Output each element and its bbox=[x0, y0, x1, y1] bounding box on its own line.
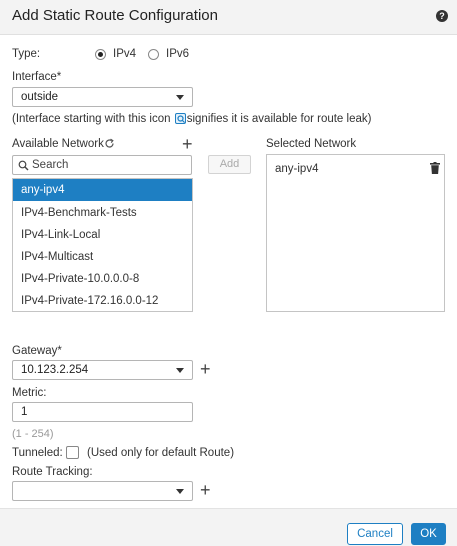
metric-value: 1 bbox=[21, 406, 28, 418]
metric-label: Metric: bbox=[12, 387, 47, 399]
selected-network-box: any-ipv4 bbox=[266, 154, 445, 312]
ok-button[interactable]: OK bbox=[411, 523, 446, 545]
search-icon bbox=[18, 160, 29, 171]
route-tracking-select[interactable] bbox=[12, 481, 193, 501]
static-route-dialog: Add Static Route Configuration ? Type: I… bbox=[0, 0, 457, 546]
type-ipv6-radio[interactable] bbox=[148, 49, 159, 60]
available-network-list: any-ipv4 IPv4-Benchmark-Tests IPv4-Link-… bbox=[12, 178, 193, 312]
add-gateway-plus-icon[interactable]: + bbox=[200, 360, 211, 378]
list-item-benchmark[interactable]: IPv4-Benchmark-Tests bbox=[13, 202, 192, 224]
list-item-private-172[interactable]: IPv4-Private-172.16.0.0-12 bbox=[13, 290, 192, 311]
interface-select[interactable]: outside bbox=[12, 87, 193, 107]
tunneled-note: (Used only for default Route) bbox=[87, 447, 235, 459]
interface-note: (Interface starting with this icon signi… bbox=[12, 113, 371, 125]
list-item-private-10[interactable]: IPv4-Private-10.0.0.0-8 bbox=[13, 268, 192, 290]
refresh-icon[interactable] bbox=[104, 138, 115, 149]
network-search-input[interactable]: Search bbox=[12, 155, 192, 175]
type-ipv4-radio[interactable] bbox=[95, 49, 106, 60]
cancel-button[interactable]: Cancel bbox=[347, 523, 403, 545]
available-network-label: Available Network bbox=[12, 138, 104, 150]
route-leak-icon bbox=[174, 113, 186, 124]
dialog-header: Add Static Route Configuration ? bbox=[0, 0, 457, 35]
metric-input[interactable]: 1 bbox=[12, 402, 193, 422]
type-ipv6-label: IPv6 bbox=[166, 48, 190, 60]
metric-range-hint: (1 - 254) bbox=[12, 428, 54, 440]
interface-note-after: signifies it is available for route leak… bbox=[186, 113, 372, 125]
dialog-title: Add Static Route Configuration bbox=[12, 7, 218, 24]
chevron-down-icon bbox=[176, 489, 184, 494]
gateway-label: Gateway* bbox=[12, 345, 62, 357]
gateway-select[interactable]: 10.123.2.254 bbox=[12, 360, 193, 380]
interface-note-before: (Interface starting with this icon bbox=[12, 113, 171, 125]
search-placeholder: Search bbox=[32, 159, 69, 171]
interface-label: Interface* bbox=[12, 71, 62, 83]
tunneled-checkbox[interactable] bbox=[66, 446, 79, 459]
interface-value: outside bbox=[21, 91, 59, 103]
chevron-down-icon bbox=[176, 95, 184, 100]
chevron-down-icon bbox=[176, 368, 184, 373]
list-item-link-local[interactable]: IPv4-Link-Local bbox=[13, 224, 192, 246]
selected-item-any-ipv4: any-ipv4 bbox=[275, 163, 319, 175]
selected-network-label: Selected Network bbox=[266, 138, 357, 150]
dialog-footer: Cancel OK bbox=[0, 508, 457, 546]
trash-icon[interactable] bbox=[430, 162, 440, 174]
gateway-value: 10.123.2.254 bbox=[21, 364, 89, 376]
add-route-tracking-plus-icon[interactable]: + bbox=[200, 481, 211, 499]
add-button[interactable]: Add bbox=[208, 155, 251, 174]
route-tracking-label: Route Tracking: bbox=[12, 466, 93, 478]
list-item-any-ipv4[interactable]: any-ipv4 bbox=[13, 179, 192, 201]
type-label: Type: bbox=[12, 48, 41, 60]
type-ipv4-label: IPv4 bbox=[113, 48, 137, 60]
add-network-plus-icon[interactable]: + bbox=[182, 135, 193, 153]
tunneled-label: Tunneled: bbox=[12, 447, 63, 459]
question-circle-icon[interactable]: ? bbox=[436, 10, 448, 22]
list-item-multicast[interactable]: IPv4-Multicast bbox=[13, 246, 192, 268]
